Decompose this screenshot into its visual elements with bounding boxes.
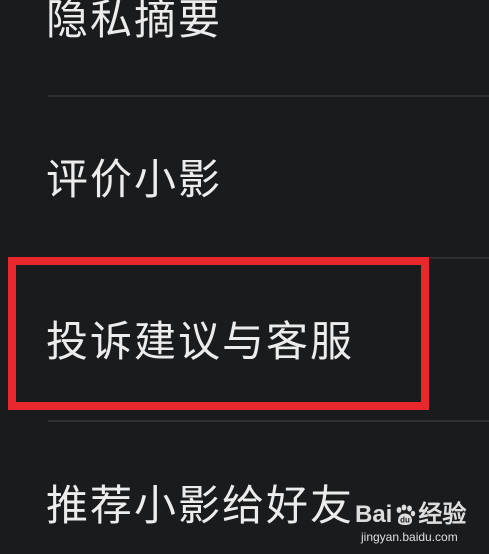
watermark-brand-left: Bai <box>355 501 393 528</box>
watermark-brand-suffix: 经验 <box>418 501 467 528</box>
divider <box>48 95 489 97</box>
menu-item-rate-app[interactable]: 评价小影 <box>0 150 489 210</box>
menu-item-label: 评价小影 <box>46 155 223 204</box>
menu-item-label: 隐私摘要 <box>46 0 223 44</box>
watermark-url: jingyan.baidu.com <box>361 530 458 544</box>
divider <box>48 420 489 422</box>
baidu-jingyan-watermark: Bai du 经验 jingyan.baidu.com <box>355 500 481 546</box>
svg-text:du: du <box>400 516 410 525</box>
menu-item-label: 推荐小影给好友 <box>46 481 355 530</box>
menu-item-privacy-summary[interactable]: 隐私摘要 <box>0 0 489 50</box>
highlight-box <box>8 257 429 410</box>
paw-icon: du <box>396 504 416 525</box>
